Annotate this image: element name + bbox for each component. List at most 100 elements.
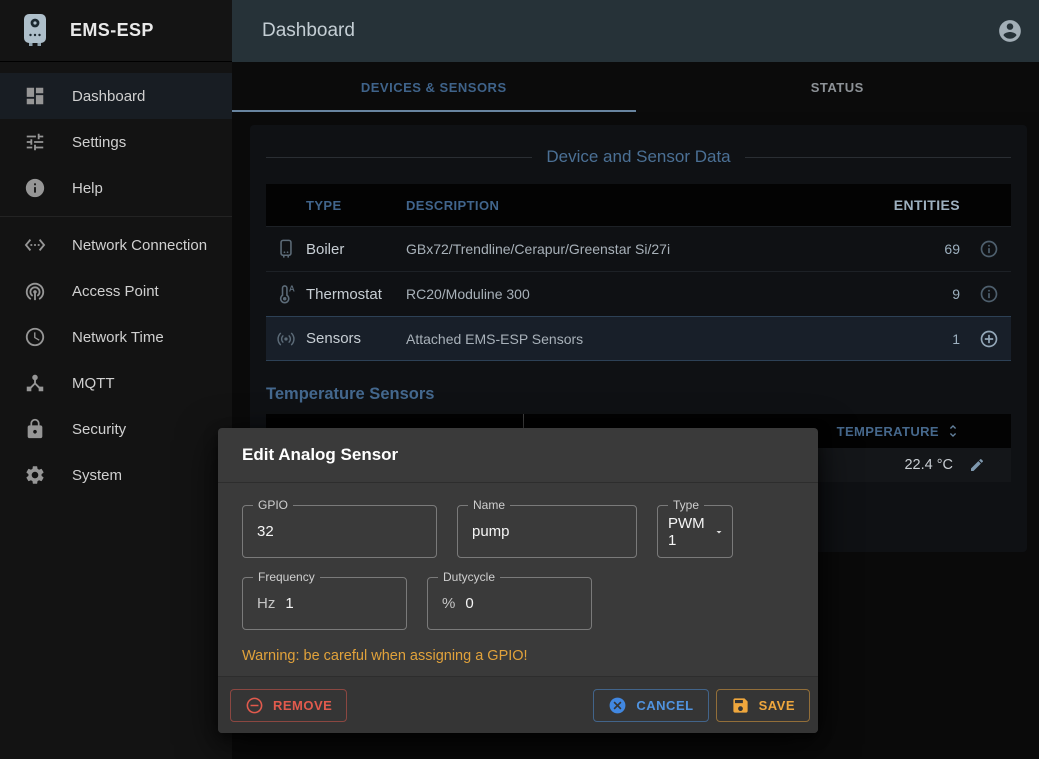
sidebar-item-help[interactable]: Help: [0, 165, 232, 211]
sidebar-item-access-point[interactable]: Access Point: [0, 268, 232, 314]
boiler-icon: [275, 238, 297, 260]
wifi-tethering-icon: [24, 280, 46, 302]
frequency-unit: Hz: [257, 595, 275, 612]
account-circle-icon[interactable]: [997, 18, 1023, 44]
name-field-value: pump: [472, 523, 510, 540]
remove-button-label: REMOVE: [273, 698, 332, 713]
device-entities: 1: [876, 331, 966, 347]
column-temperature: TEMPERATURE: [837, 424, 939, 439]
table-row-sensors[interactable]: Sensors Attached EMS-ESP Sensors 1: [266, 316, 1011, 361]
dialog-actions: REMOVE CANCEL SAVE: [218, 676, 818, 733]
gear-icon: [24, 464, 46, 486]
gpio-field[interactable]: GPIO 32: [242, 505, 437, 558]
info-outline-icon[interactable]: [979, 239, 999, 259]
tune-icon: [24, 131, 46, 153]
sidebar-divider: [0, 216, 232, 217]
sidebar: EMS-ESP Dashboard Settings Help Network …: [0, 0, 232, 759]
brand-title: EMS-ESP: [70, 20, 154, 41]
sidebar-item-label: Network Time: [72, 329, 164, 346]
info-icon: [24, 177, 46, 199]
tab-status[interactable]: STATUS: [636, 62, 1039, 112]
sidebar-item-label: Dashboard: [72, 88, 145, 105]
boiler-logo-icon: [20, 13, 50, 49]
cancel-button-label: CANCEL: [636, 698, 693, 713]
gpio-field-value: 32: [257, 523, 274, 540]
sidebar-header: EMS-ESP: [0, 0, 232, 62]
sidebar-item-dashboard[interactable]: Dashboard: [0, 73, 232, 119]
dashboard-icon: [24, 85, 46, 107]
cancel-button[interactable]: CANCEL: [593, 689, 708, 722]
table-row-thermostat[interactable]: A Thermostat RC20/Moduline 300 9: [266, 271, 1011, 316]
sidebar-item-label: MQTT: [72, 375, 115, 392]
device-description: GBx72/Trendline/Cerapur/Greenstar Si/27i: [406, 241, 876, 257]
edit-analog-sensor-dialog: Edit Analog Sensor GPIO 32 Name pump Typ…: [218, 428, 818, 733]
svg-text:A: A: [289, 284, 295, 293]
tab-devices-sensors[interactable]: DEVICES & SENSORS: [232, 62, 636, 112]
sensors-icon: [275, 328, 297, 350]
divider-line: [745, 157, 1011, 158]
hub-icon: [24, 372, 46, 394]
column-type: TYPE: [306, 198, 406, 213]
sidebar-item-label: Security: [72, 421, 126, 438]
dutycycle-field[interactable]: Dutycycle % 0: [427, 577, 592, 630]
clock-icon: [24, 326, 46, 348]
sidebar-item-system[interactable]: System: [0, 452, 232, 498]
device-type: Sensors: [306, 330, 406, 347]
gpio-warning-text: Warning: be careful when assigning a GPI…: [242, 648, 794, 664]
frequency-field[interactable]: Frequency Hz 1: [242, 577, 407, 630]
dutycycle-field-value: 0: [465, 595, 473, 612]
sidebar-item-mqtt[interactable]: MQTT: [0, 360, 232, 406]
sidebar-item-security[interactable]: Security: [0, 406, 232, 452]
device-type: Boiler: [306, 241, 406, 258]
device-table: TYPE DESCRIPTION ENTITIES Boiler GBx72/T…: [266, 184, 1011, 361]
sidebar-item-label: Settings: [72, 134, 126, 151]
sort-unfold-icon[interactable]: [945, 423, 961, 439]
sidebar-item-network-time[interactable]: Network Time: [0, 314, 232, 360]
dropdown-caret-icon: [713, 526, 725, 538]
add-circle-outline-icon[interactable]: [979, 329, 999, 349]
type-select-label: Type: [668, 498, 704, 512]
lock-icon: [24, 418, 46, 440]
sidebar-nav: Dashboard Settings Help Network Connecti…: [0, 62, 232, 498]
sidebar-item-label: System: [72, 467, 122, 484]
thermostat-icon: A: [275, 283, 297, 305]
divider-line: [266, 157, 532, 158]
type-select[interactable]: Type PWM 1: [657, 505, 733, 558]
type-select-value: PWM 1: [668, 515, 705, 549]
sidebar-item-label: Network Connection: [72, 237, 207, 254]
column-entities: ENTITIES: [876, 197, 966, 213]
sidebar-item-settings[interactable]: Settings: [0, 119, 232, 165]
dialog-title: Edit Analog Sensor: [218, 428, 818, 483]
table-row-boiler[interactable]: Boiler GBx72/Trendline/Cerapur/Greenstar…: [266, 226, 1011, 271]
device-entities: 9: [876, 286, 966, 302]
remove-button[interactable]: REMOVE: [230, 689, 347, 722]
save-button[interactable]: SAVE: [716, 689, 810, 722]
name-field[interactable]: Name pump: [457, 505, 637, 558]
device-description: Attached EMS-ESP Sensors: [406, 331, 876, 347]
section-heading: Device and Sensor Data: [266, 147, 1011, 167]
column-description: DESCRIPTION: [406, 198, 876, 213]
tab-bar: DEVICES & SENSORS STATUS: [232, 62, 1039, 112]
name-field-label: Name: [468, 498, 510, 512]
frequency-field-value: 1: [285, 595, 293, 612]
info-outline-icon[interactable]: [979, 284, 999, 304]
remove-circle-icon: [245, 696, 264, 715]
tab-label: DEVICES & SENSORS: [361, 80, 507, 95]
temperature-sensors-heading: Temperature Sensors: [266, 385, 1011, 404]
tab-label: STATUS: [811, 80, 864, 95]
dialog-content: GPIO 32 Name pump Type PWM 1 Frequency H…: [218, 483, 818, 664]
sidebar-item-network-connection[interactable]: Network Connection: [0, 222, 232, 268]
frequency-field-label: Frequency: [253, 570, 320, 584]
sidebar-item-label: Access Point: [72, 283, 159, 300]
section-heading-text: Device and Sensor Data: [546, 147, 730, 167]
device-type: Thermostat: [306, 286, 406, 303]
edit-pencil-icon[interactable]: [969, 457, 985, 473]
sidebar-item-label: Help: [72, 180, 103, 197]
gpio-field-label: GPIO: [253, 498, 293, 512]
dutycycle-unit: %: [442, 595, 455, 612]
dutycycle-field-label: Dutycycle: [438, 570, 500, 584]
appbar: Dashboard: [232, 0, 1039, 62]
save-floppy-icon: [731, 696, 750, 715]
ethernet-icon: [24, 234, 46, 256]
device-table-header: TYPE DESCRIPTION ENTITIES: [266, 184, 1011, 226]
